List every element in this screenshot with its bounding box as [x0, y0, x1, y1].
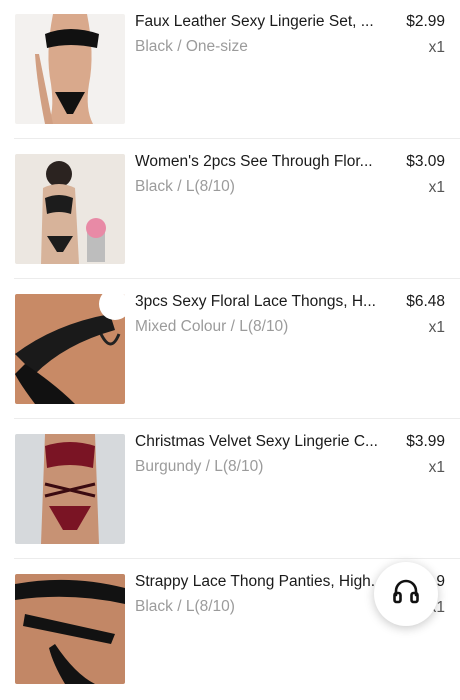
cart-item[interactable]: Christmas Velvet Sexy Lingerie C... Burg…	[0, 420, 460, 560]
item-variant[interactable]: Black / One-size	[135, 38, 375, 56]
item-quantity[interactable]: x1	[429, 319, 445, 337]
item-title[interactable]: Faux Leather Sexy Lingerie Set, ...	[135, 13, 387, 31]
item-title[interactable]: Strappy Lace Thong Panties, High...	[135, 573, 387, 591]
item-variant[interactable]: Black / L(8/10)	[135, 178, 375, 196]
item-price: $3.09	[406, 153, 445, 170]
item-variant[interactable]: Burgundy / L(8/10)	[135, 458, 375, 476]
cart-item[interactable]: 3pcs Sexy Floral Lace Thongs, H... Mixed…	[0, 280, 460, 420]
cart-item[interactable]: Women's 2pcs See Through Flor... Black /…	[0, 140, 460, 280]
customer-service-button[interactable]	[374, 562, 438, 626]
item-price: $2.99	[406, 13, 445, 30]
separator	[14, 418, 460, 419]
item-price: $3.99	[406, 433, 445, 450]
item-variant[interactable]: Mixed Colour / L(8/10)	[135, 318, 375, 336]
item-quantity[interactable]: x1	[429, 459, 445, 477]
product-thumbnail[interactable]	[15, 154, 125, 264]
product-thumbnail[interactable]	[15, 434, 125, 544]
product-thumbnail[interactable]	[15, 574, 125, 684]
item-title[interactable]: Women's 2pcs See Through Flor...	[135, 153, 387, 171]
separator	[14, 278, 460, 279]
item-title[interactable]: Christmas Velvet Sexy Lingerie C...	[135, 433, 387, 451]
item-variant[interactable]: Black / L(8/10)	[135, 598, 375, 616]
item-price: $6.48	[406, 293, 445, 310]
cart-item[interactable]: Faux Leather Sexy Lingerie Set, ... Blac…	[0, 0, 460, 140]
separator	[14, 558, 460, 559]
item-quantity[interactable]: x1	[429, 179, 445, 197]
separator	[14, 138, 460, 139]
item-title[interactable]: 3pcs Sexy Floral Lace Thongs, H...	[135, 293, 387, 311]
headphones-icon	[391, 577, 421, 612]
item-quantity[interactable]: x1	[429, 39, 445, 57]
product-thumbnail[interactable]	[15, 294, 125, 404]
product-thumbnail[interactable]	[15, 14, 125, 124]
